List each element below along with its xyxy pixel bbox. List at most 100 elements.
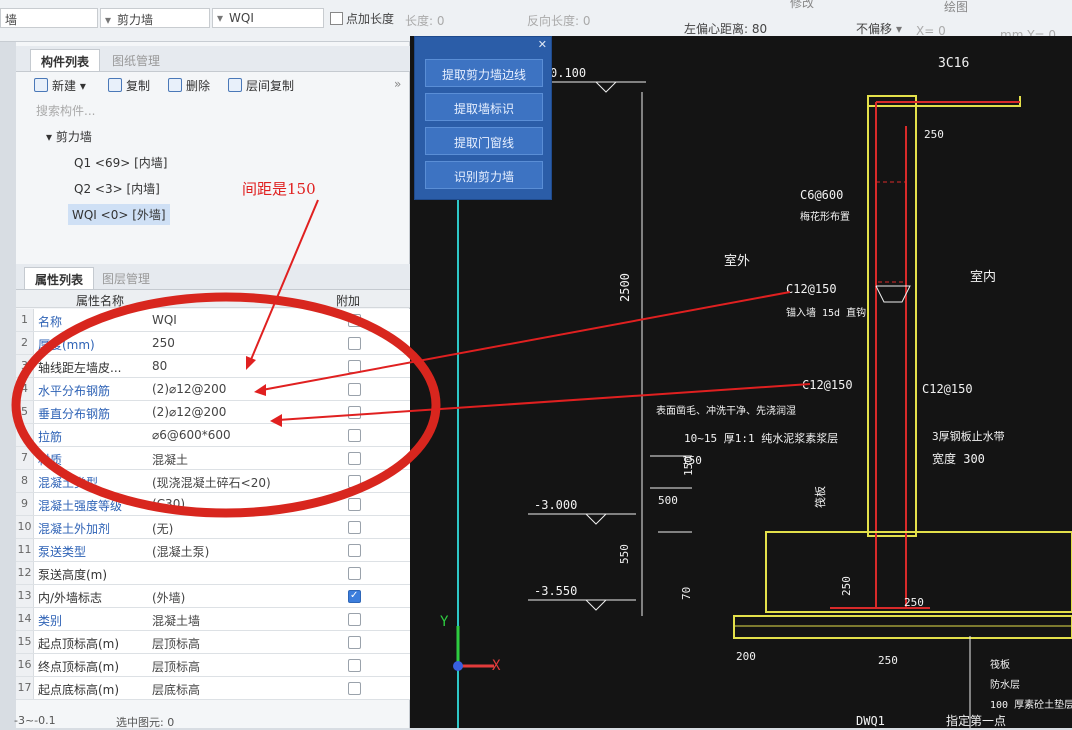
property-value[interactable]: 层顶标高 bbox=[152, 658, 342, 675]
attach-checkbox[interactable] bbox=[348, 475, 361, 488]
property-value[interactable]: WQI bbox=[152, 313, 342, 327]
attach-checkbox[interactable] bbox=[348, 383, 361, 396]
cad-label: C6@600 bbox=[800, 188, 844, 202]
copy-button[interactable]: 复制 bbox=[108, 77, 150, 94]
length-field[interactable]: 长度: 0 bbox=[405, 12, 445, 29]
property-name: 混凝土强度等级 bbox=[38, 499, 123, 513]
property-row[interactable]: 5 垂直分布钢筋 (2)⌀12@200 bbox=[16, 401, 410, 424]
ring-beam-rebar bbox=[875, 181, 907, 283]
tree-item-q1[interactable]: Q1 <69> [内墙] bbox=[70, 152, 171, 173]
attach-checkbox[interactable] bbox=[348, 406, 361, 419]
property-value[interactable]: 80 bbox=[152, 359, 342, 373]
cad-label: 表面凿毛、冲洗干净、先浇润湿 bbox=[656, 406, 796, 417]
property-row[interactable]: 11 泵送类型 (混凝土泵) bbox=[16, 539, 410, 562]
property-name: 泵送高度(m) bbox=[38, 568, 108, 582]
property-value[interactable]: (混凝土泵) bbox=[152, 543, 342, 560]
new-button[interactable]: 新建 ▾ bbox=[34, 77, 86, 94]
offset-field[interactable]: 左偏心距离: 80 bbox=[684, 20, 767, 37]
identify-shear-wall-button[interactable]: 识别剪力墙 bbox=[425, 161, 543, 189]
attach-checkbox[interactable] bbox=[348, 498, 361, 511]
delete-button[interactable]: 删除 bbox=[168, 77, 210, 94]
row-number: 5 bbox=[16, 401, 34, 423]
property-row[interactable]: 13 内/外墙标志 (外墙) bbox=[16, 585, 410, 608]
attach-checkbox[interactable] bbox=[348, 659, 361, 672]
row-number: 1 bbox=[16, 309, 34, 331]
property-name: 起点顶标高(m) bbox=[38, 637, 120, 651]
attach-checkbox[interactable] bbox=[348, 544, 361, 557]
row-number: 15 bbox=[16, 631, 34, 653]
more-icon[interactable]: » bbox=[394, 77, 401, 91]
property-value[interactable]: 层底标高 bbox=[152, 681, 342, 698]
spacing-annotation: 间距是150 bbox=[242, 180, 316, 198]
attach-checkbox[interactable] bbox=[348, 636, 361, 649]
copy-label: 复制 bbox=[126, 79, 151, 93]
property-row[interactable]: 6 拉筋 ⌀6@600*600 bbox=[16, 424, 410, 447]
tab-property-list[interactable]: 属性列表 bbox=[24, 267, 95, 289]
property-value[interactable]: (2)⌀12@200 bbox=[152, 405, 342, 419]
component-search-input[interactable]: 搜索构件... bbox=[34, 100, 404, 120]
property-row[interactable]: 1 名称 WQI bbox=[16, 309, 410, 332]
tree-item-wqi[interactable]: WQI <0> [外墙] bbox=[68, 204, 170, 225]
attach-checkbox[interactable] bbox=[348, 429, 361, 442]
reverse-length-field[interactable]: 反向长度: 0 bbox=[527, 12, 591, 29]
tree-item-q2[interactable]: Q2 <3> [内墙] bbox=[70, 178, 164, 199]
property-value[interactable]: ⌀6@600*600 bbox=[152, 428, 342, 442]
attach-checkbox[interactable] bbox=[348, 567, 361, 580]
draw-tab[interactable]: 绘图 bbox=[944, 0, 968, 15]
extract-wall-edge-button[interactable]: 提取剪力墙边线 bbox=[425, 59, 543, 87]
row-number: 3 bbox=[16, 355, 34, 377]
category-dropdown[interactable]: 墙 bbox=[0, 8, 98, 28]
property-row[interactable]: 4 水平分布钢筋 (2)⌀12@200 bbox=[16, 378, 410, 401]
attach-checkbox[interactable] bbox=[348, 590, 361, 603]
attach-checkbox[interactable] bbox=[348, 337, 361, 350]
property-value[interactable]: (2)⌀12@200 bbox=[152, 382, 342, 396]
cad-label: 3厚钢板止水带 bbox=[932, 430, 1005, 443]
tab-drawing-management[interactable]: 图纸管理 bbox=[102, 49, 170, 71]
property-row[interactable]: 9 混凝土强度等级 (C30) bbox=[16, 493, 410, 516]
type-value: 剪力墙 bbox=[117, 13, 154, 27]
cad-label: 筏板 bbox=[814, 486, 827, 508]
extract-wall-label-button[interactable]: 提取墙标识 bbox=[425, 93, 543, 121]
property-row[interactable]: 17 起点底标高(m) 层底标高 bbox=[16, 677, 410, 700]
property-row[interactable]: 8 混凝土类型 (现浇混凝土碎石<20) bbox=[16, 470, 410, 493]
property-value[interactable]: (无) bbox=[152, 520, 342, 537]
property-name: 名称 bbox=[38, 315, 63, 329]
tab-layer-management[interactable]: 图层管理 bbox=[92, 267, 160, 289]
property-row[interactable]: 12 泵送高度(m) bbox=[16, 562, 410, 585]
tree-root[interactable]: ▾ 剪力墙 bbox=[42, 126, 96, 147]
property-row[interactable]: 2 厚度(mm) 250 bbox=[16, 332, 410, 355]
property-value[interactable]: 层顶标高 bbox=[152, 635, 342, 652]
attach-checkbox[interactable] bbox=[348, 360, 361, 373]
property-value[interactable]: 混凝土 bbox=[152, 451, 342, 468]
attach-checkbox[interactable] bbox=[348, 682, 361, 695]
property-row[interactable]: 3 轴线距左墙皮... 80 bbox=[16, 355, 410, 378]
property-row[interactable]: 7 材质 混凝土 bbox=[16, 447, 410, 470]
property-value[interactable]: 250 bbox=[152, 336, 342, 350]
attach-checkbox[interactable] bbox=[348, 452, 361, 465]
attach-checkbox[interactable] bbox=[348, 314, 361, 327]
property-value[interactable]: 混凝土墙 bbox=[152, 612, 342, 629]
attach-checkbox[interactable] bbox=[348, 613, 361, 626]
status-coord: -3~-0.1 bbox=[14, 714, 56, 727]
tree-root-label: 剪力墙 bbox=[55, 130, 92, 144]
name-dropdown[interactable]: ▾ WQI bbox=[212, 8, 324, 28]
extract-door-window-button[interactable]: 提取门窗线 bbox=[425, 127, 543, 155]
cushion-outline bbox=[733, 615, 1072, 639]
floor-copy-button[interactable]: 层间复制 bbox=[228, 77, 294, 94]
property-value[interactable]: (现浇混凝土碎石<20) bbox=[152, 474, 342, 491]
property-row[interactable]: 14 类别 混凝土墙 bbox=[16, 608, 410, 631]
add-length-checkbox[interactable]: 点加长度 bbox=[330, 10, 394, 27]
attach-checkbox[interactable] bbox=[348, 521, 361, 534]
type-dropdown[interactable]: ▾ 剪力墙 bbox=[100, 8, 210, 28]
modify-tab[interactable]: 修改 bbox=[790, 0, 814, 11]
row-number: 11 bbox=[16, 539, 34, 561]
cad-label: 250 bbox=[840, 576, 853, 596]
tab-component-list[interactable]: 构件列表 bbox=[30, 49, 101, 71]
property-value[interactable]: (外墙) bbox=[152, 589, 342, 606]
elev-marker-minus3550 bbox=[585, 599, 607, 611]
property-row[interactable]: 16 终点顶标高(m) 层顶标高 bbox=[16, 654, 410, 677]
property-row[interactable]: 10 混凝土外加剂 (无) bbox=[16, 516, 410, 539]
close-icon[interactable]: ✕ bbox=[538, 38, 547, 51]
property-row[interactable]: 15 起点顶标高(m) 层顶标高 bbox=[16, 631, 410, 654]
property-value[interactable]: (C30) bbox=[152, 497, 342, 511]
